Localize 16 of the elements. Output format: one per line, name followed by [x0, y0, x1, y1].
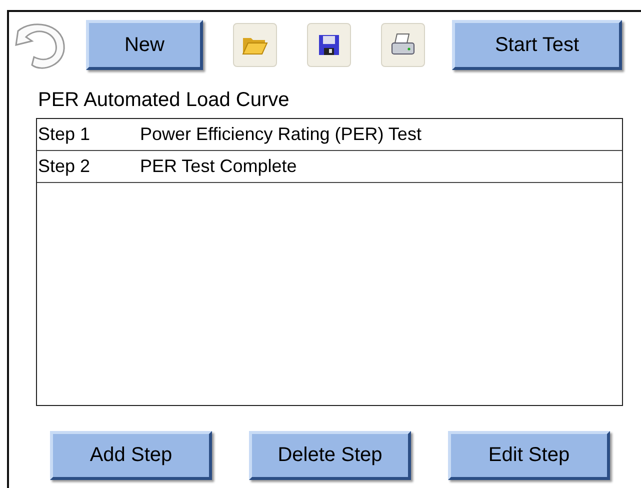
- toolbar-button[interactable]: New: [86, 20, 203, 70]
- step-description: Power Efficiency Rating (PER) Test: [140, 124, 422, 145]
- step-button[interactable]: Delete Step: [249, 431, 411, 480]
- screen-title: PER Automated Load Curve: [38, 88, 290, 112]
- step-number: Step 1: [37, 124, 92, 145]
- printer-icon: [390, 33, 416, 57]
- step-button[interactable]: Add Step: [50, 431, 212, 480]
- step-row[interactable]: Step 2 PER Test Complete: [37, 151, 622, 183]
- printer-button[interactable]: [381, 23, 425, 67]
- step-number: Step 2: [37, 156, 92, 177]
- step-button[interactable]: Edit Step: [448, 431, 610, 480]
- folder-button[interactable]: [233, 23, 277, 67]
- step-description: PER Test Complete: [140, 156, 297, 177]
- floppy-disk-button[interactable]: [307, 23, 351, 67]
- step-row[interactable]: Step 1 Power Efficiency Rating (PER) Test: [37, 119, 622, 151]
- toolbar-button[interactable]: Start Test: [452, 20, 622, 70]
